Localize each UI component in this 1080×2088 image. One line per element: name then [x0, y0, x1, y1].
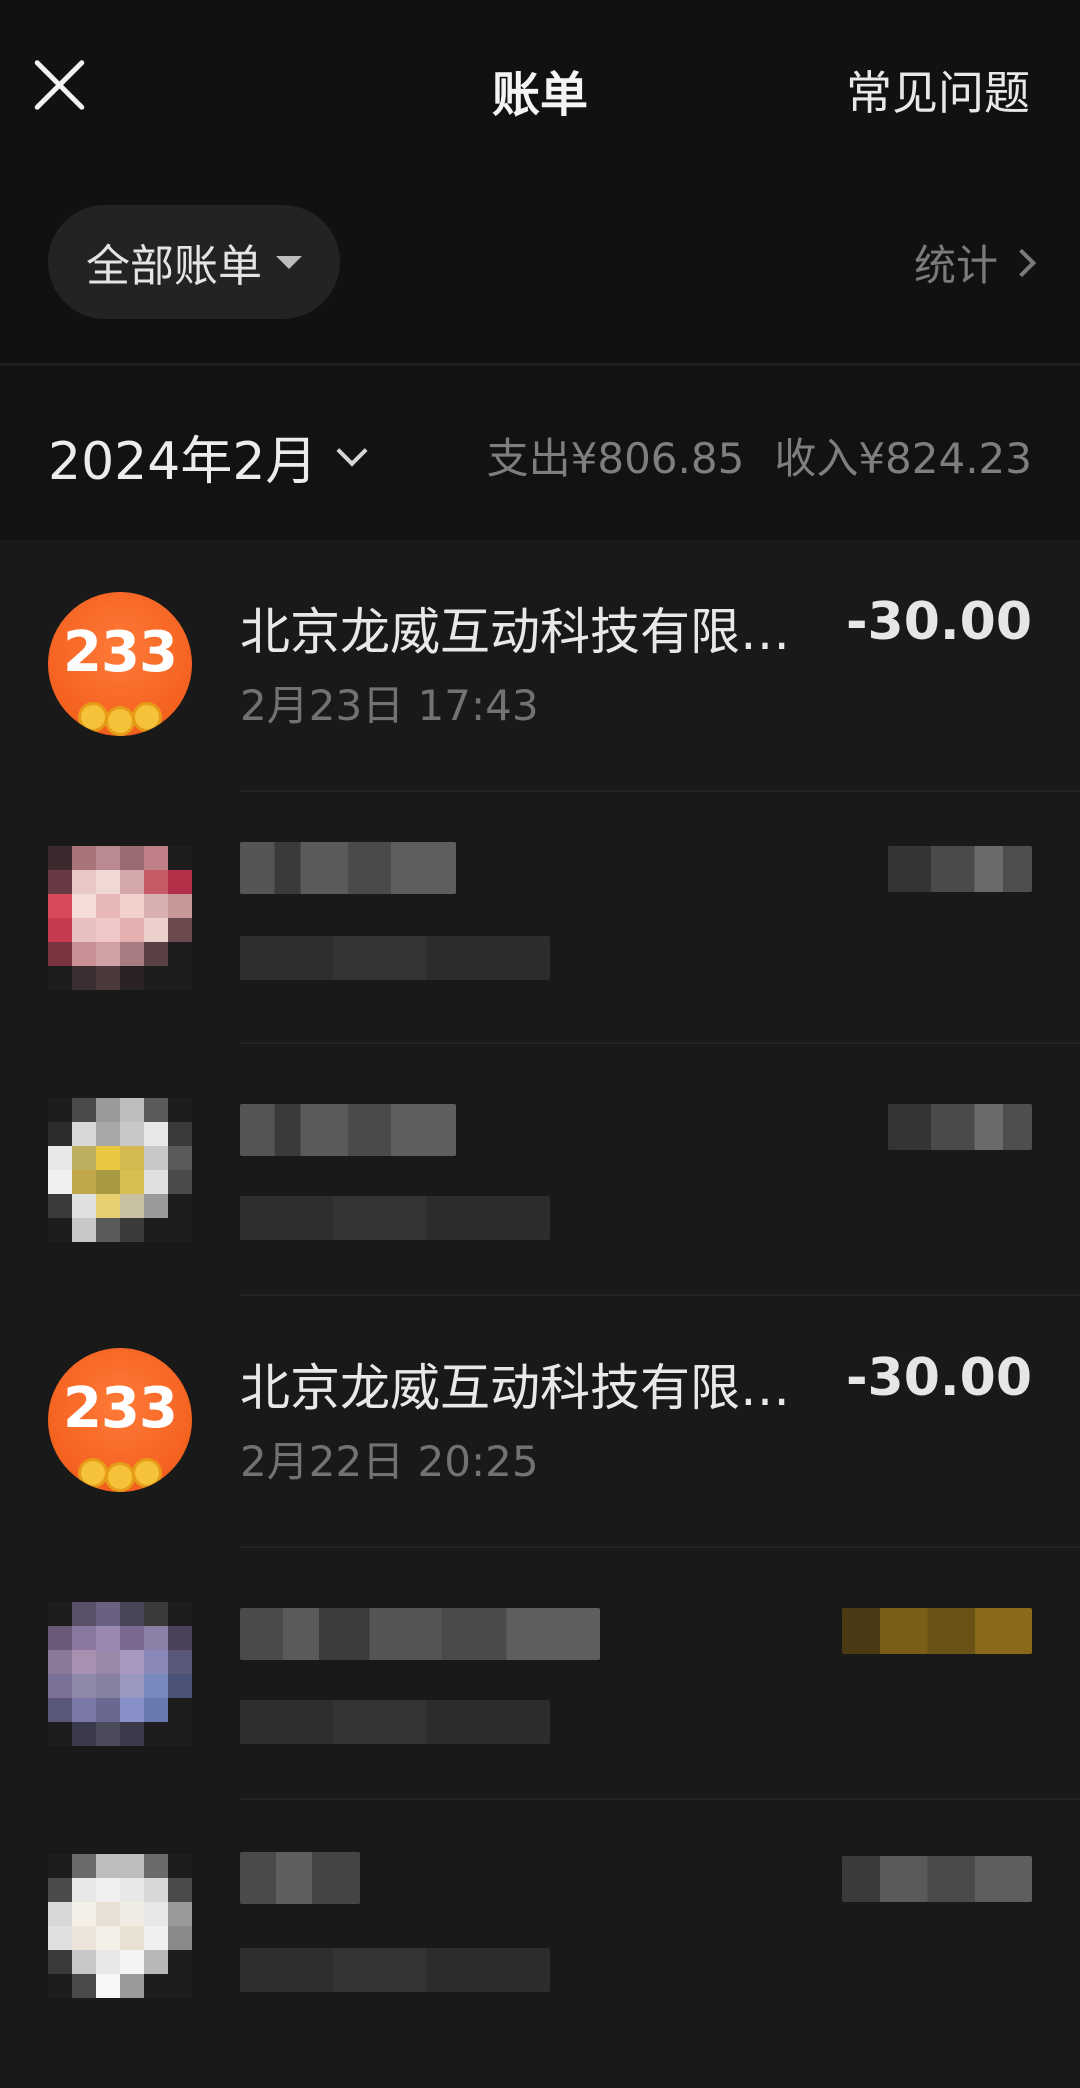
expense-total: 支出¥806.85 [486, 434, 745, 483]
top-bar: 账单 常见问题 [0, 0, 1080, 175]
obscured-time [240, 1700, 550, 1744]
bill-type-filter-label: 全部账单 [86, 241, 262, 292]
month-summary-bar: 2024年2月 支出¥806.85 收入¥824.23 [0, 367, 1080, 540]
transaction-row[interactable]: 233 北京龙威互动科技有限公司 2月22日 20:25 -30.00 [0, 1296, 1080, 1548]
chevron-right-icon [1007, 248, 1037, 277]
obscured-amount [888, 1104, 1032, 1150]
obscured-avatar [48, 846, 192, 990]
obscured-avatar [48, 1602, 192, 1746]
coins-icon [78, 702, 162, 736]
obscured-amount [888, 846, 1032, 892]
transaction-row-obscured[interactable] [0, 1044, 1080, 1296]
transaction-amount: -30.00 [845, 592, 1032, 652]
merchant-name: 北京龙威互动科技有限公司 [240, 1359, 810, 1417]
obscured-amount [842, 1608, 1032, 1654]
merchant-avatar: 233 [48, 1348, 192, 1492]
filter-row: 全部账单 统计 [0, 175, 1080, 365]
faq-link[interactable]: 常见问题 [846, 57, 1030, 123]
transaction-row-obscured[interactable] [0, 792, 1080, 1044]
obscured-name [240, 1852, 360, 1904]
month-label: 2024年2月 [48, 432, 318, 492]
month-totals: 支出¥806.85 收入¥824.23 [487, 425, 1032, 486]
chevron-down-icon [336, 434, 368, 467]
transaction-time: 2月22日 20:25 [240, 1437, 539, 1486]
obscured-time [240, 1948, 550, 1992]
obscured-avatar [48, 1854, 192, 1998]
transaction-time: 2月23日 17:43 [240, 681, 539, 730]
obscured-name [240, 1104, 456, 1156]
caret-down-icon [276, 255, 302, 269]
income-total: 收入¥824.23 [774, 434, 1032, 483]
transaction-row-obscured[interactable] [0, 1800, 1080, 2052]
coins-icon [78, 1458, 162, 1492]
obscured-time [240, 936, 550, 980]
merchant-name: 北京龙威互动科技有限公司 [240, 603, 810, 661]
avatar-text: 233 [63, 620, 178, 685]
obscured-name [240, 1608, 600, 1660]
merchant-avatar: 233 [48, 592, 192, 736]
transaction-row-obscured[interactable] [0, 1548, 1080, 1800]
obscured-avatar [48, 1098, 192, 1242]
obscured-amount [842, 1856, 1032, 1902]
stats-label: 统计 [913, 241, 998, 290]
stats-link[interactable]: 统计 [913, 232, 1037, 293]
obscured-name [240, 842, 456, 894]
month-selector[interactable]: 2024年2月 [48, 419, 368, 494]
obscured-time [240, 1196, 550, 1240]
transaction-amount: -30.00 [845, 1348, 1032, 1408]
close-icon[interactable] [30, 55, 90, 115]
bill-type-filter[interactable]: 全部账单 [48, 205, 340, 319]
avatar-text: 233 [63, 1376, 178, 1441]
bill-page: 账单 常见问题 全部账单 统计 2024年2月 支出¥806.85 收入¥824… [0, 0, 1080, 2088]
transaction-row[interactable]: 233 北京龙威互动科技有限公司 2月23日 17:43 -30.00 [0, 540, 1080, 792]
